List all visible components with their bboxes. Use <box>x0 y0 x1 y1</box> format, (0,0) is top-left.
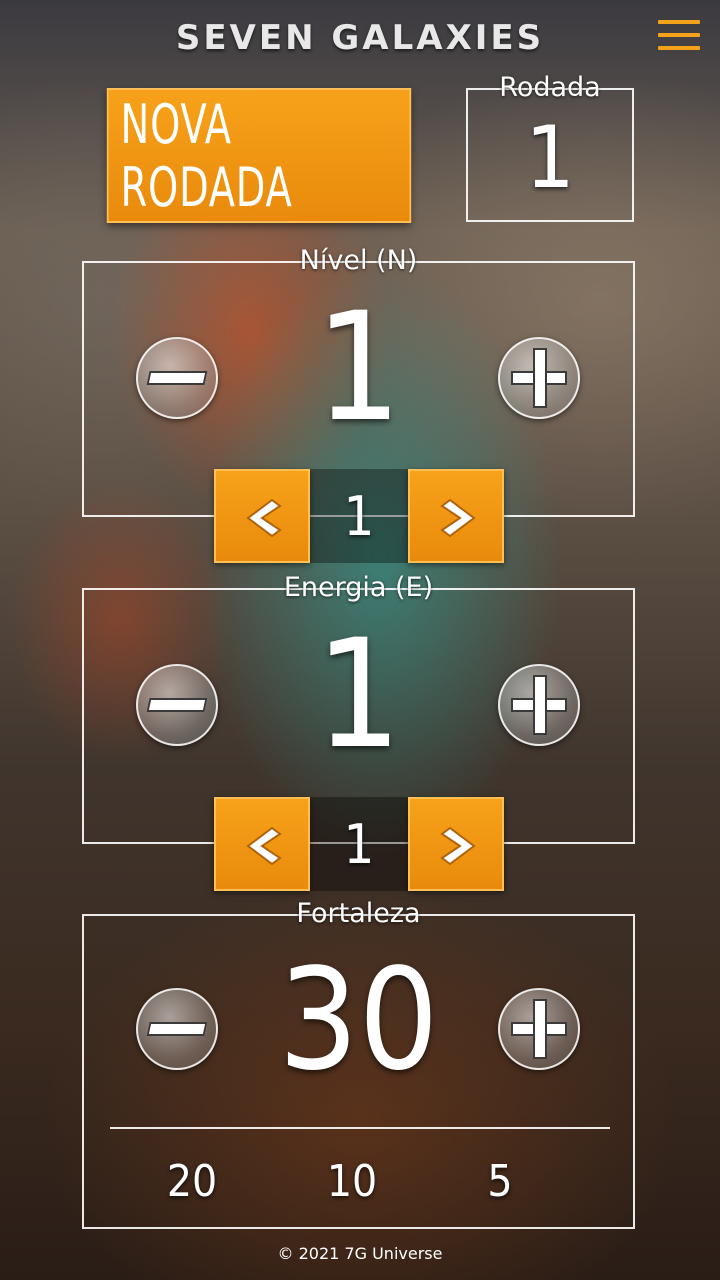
level-step-row: 1 <box>214 469 506 563</box>
plus-icon <box>533 348 547 408</box>
energy-step-row: 1 <box>214 797 506 891</box>
chevron-right-icon <box>440 498 476 538</box>
plus-icon <box>533 999 547 1059</box>
round-label: Rodada <box>499 72 601 103</box>
hamburger-menu-icon[interactable] <box>658 20 700 54</box>
minus-icon <box>146 698 208 712</box>
energy-plus-button[interactable] <box>498 664 580 746</box>
chevron-left-icon <box>246 826 282 866</box>
fortress-plus-button[interactable] <box>498 988 580 1070</box>
level-step-next-button[interactable] <box>408 469 504 563</box>
app-title: SEVEN GALAXIES <box>175 18 545 58</box>
energy-step-next-button[interactable] <box>408 797 504 891</box>
plus-icon <box>533 675 547 735</box>
new-round-button[interactable]: NOVA RODADA <box>106 88 412 223</box>
round-panel: Rodada 1 <box>466 72 634 222</box>
energy-step-value: 1 <box>310 797 408 891</box>
level-label: Nível (N) <box>299 245 418 276</box>
energy-label: Energia (E) <box>283 572 434 603</box>
chevron-left-icon <box>246 498 282 538</box>
level-plus-button[interactable] <box>498 337 580 419</box>
minus-icon <box>146 1022 208 1036</box>
fortress-quick-10-button[interactable]: 10 <box>302 1156 402 1207</box>
energy-step-prev-button[interactable] <box>214 797 310 891</box>
fortress-label: Fortaleza <box>296 898 421 929</box>
level-step-prev-button[interactable] <box>214 469 310 563</box>
copyright-text: © 2021 7G Universe <box>277 1244 443 1263</box>
fortress-minus-button[interactable] <box>136 988 218 1070</box>
chevron-right-icon <box>440 826 476 866</box>
fortress-quick-5-button[interactable]: 5 <box>450 1156 550 1207</box>
minus-icon <box>146 371 208 385</box>
level-step-value: 1 <box>310 469 408 563</box>
energy-minus-button[interactable] <box>136 664 218 746</box>
round-value: 1 <box>525 108 575 208</box>
level-minus-button[interactable] <box>136 337 218 419</box>
new-round-label: NOVA RODADA <box>120 92 293 219</box>
fortress-divider <box>110 1127 610 1129</box>
fortress-quick-20-button[interactable]: 20 <box>142 1156 242 1207</box>
